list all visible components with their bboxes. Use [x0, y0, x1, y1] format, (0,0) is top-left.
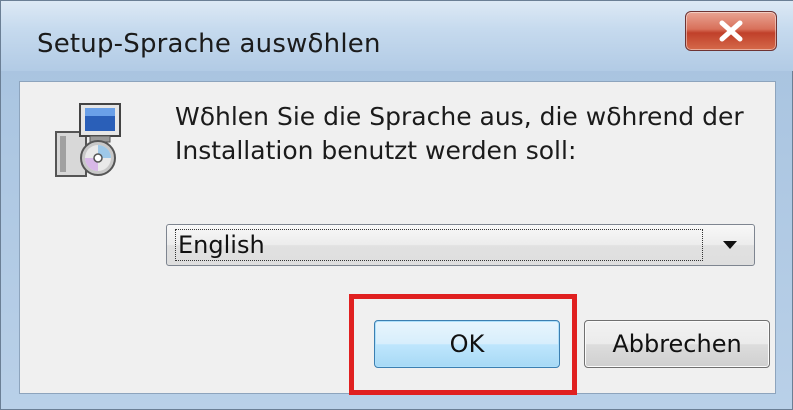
- close-icon: [718, 20, 744, 42]
- close-button[interactable]: [685, 11, 777, 51]
- title-bar[interactable]: Setup-Sprache auswδhlen: [1, 1, 793, 71]
- ok-button[interactable]: OK: [374, 320, 560, 368]
- setup-installer-icon: [54, 102, 128, 178]
- dialog-body: Wδhlen Sie die Sprache aus, die wδhrend …: [19, 81, 776, 395]
- setup-language-dialog: Setup-Sprache auswδhlen Wδhlen Sie die S…: [0, 0, 793, 410]
- dropdown-arrow-icon[interactable]: [710, 225, 750, 265]
- cancel-button[interactable]: Abbrechen: [584, 320, 770, 368]
- language-dropdown-value: English: [175, 229, 703, 261]
- window-title: Setup-Sprache auswδhlen: [37, 29, 381, 59]
- instruction-text: Wδhlen Sie die Sprache aus, die wδhrend …: [175, 102, 744, 165]
- language-dropdown[interactable]: English: [166, 224, 755, 266]
